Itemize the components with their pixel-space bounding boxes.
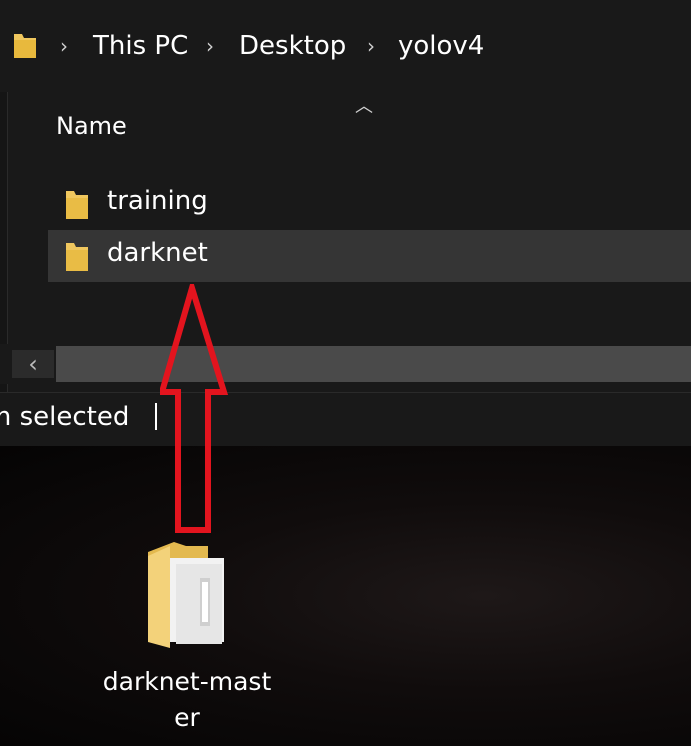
zip-folder-icon (148, 542, 224, 648)
breadcrumb-this-pc[interactable]: This PC (93, 28, 188, 64)
list-item[interactable]: darknet (48, 230, 691, 282)
breadcrumb-yolov4[interactable]: yolov4 (398, 28, 484, 64)
breadcrumb-desktop[interactable]: Desktop (239, 28, 346, 64)
scroll-left-icon[interactable]: ‹ (12, 350, 54, 378)
address-bar[interactable]: › This PC › Desktop › yolov4 (0, 0, 691, 93)
desktop-folder-icon[interactable] (140, 538, 230, 654)
chevron-right-icon[interactable]: › (367, 34, 375, 58)
annotation-arrow-icon (160, 284, 229, 533)
list-item-label: darknet (107, 238, 208, 268)
sort-ascending-icon: ︿ (355, 96, 373, 117)
folder-icon (66, 243, 88, 271)
folder-icon (66, 191, 88, 219)
file-explorer-window: › This PC › Desktop › yolov4 ︿ Name trai… (0, 0, 691, 447)
status-text: m selected (0, 402, 130, 432)
folder-icon (14, 34, 36, 58)
horizontal-scrollbar[interactable]: ‹ (0, 344, 691, 384)
status-divider (155, 403, 157, 430)
desktop-icon-label-line2: er (174, 703, 200, 732)
list-item-label: training (107, 186, 208, 216)
column-header-name[interactable]: Name (56, 112, 127, 140)
desktop-icon-label-line1: darknet-mast (102, 667, 272, 696)
desktop-icon-label: darknet-mast er (92, 664, 282, 736)
list-item[interactable]: training (48, 178, 691, 230)
chevron-right-icon[interactable]: › (60, 34, 68, 58)
scrollbar-thumb[interactable] (56, 346, 691, 382)
chevron-right-icon[interactable]: › (206, 34, 214, 58)
status-bar: m selected (0, 392, 691, 447)
